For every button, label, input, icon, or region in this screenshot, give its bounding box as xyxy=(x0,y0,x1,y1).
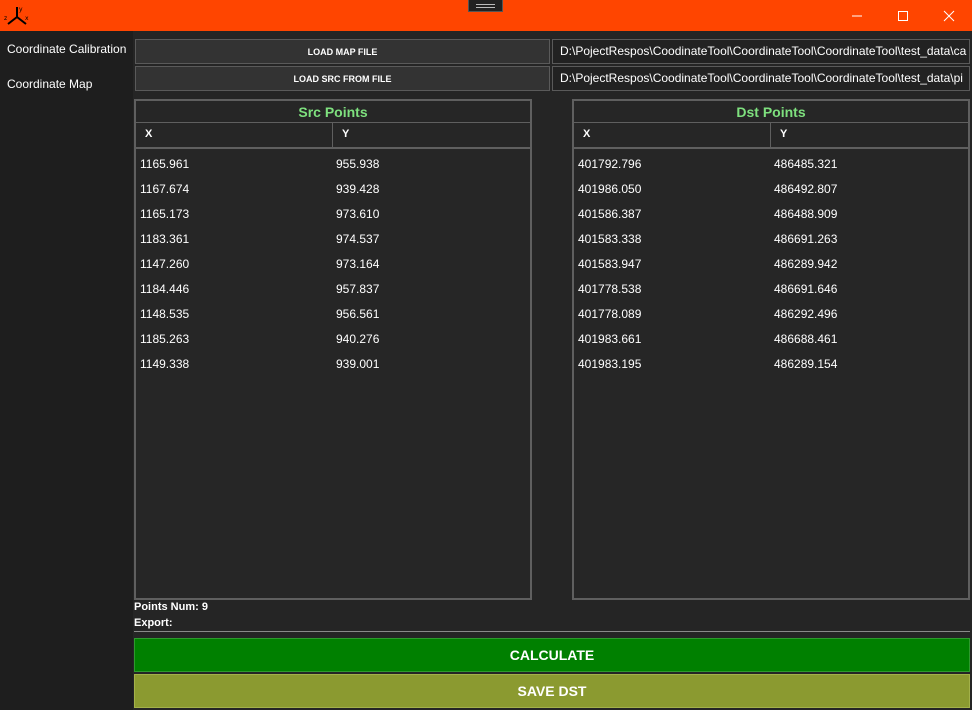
dst-x-cell: 401778.538 xyxy=(578,282,642,296)
src-x-cell: 1185.263 xyxy=(140,332,190,346)
axes-logo-icon: y z x xyxy=(4,6,29,25)
src-column-header: X Y xyxy=(136,122,530,149)
dst-y-cell: 486691.263 xyxy=(774,232,838,246)
close-button[interactable] xyxy=(926,0,972,31)
src-file-path-field[interactable]: D:\PojectRespos\CoodinateTool\Coordinate… xyxy=(552,66,970,91)
table-row[interactable]: 1148.535 956.561 xyxy=(136,302,530,327)
map-file-path-field[interactable]: D:\PojectRespos\CoodinateTool\Coordinate… xyxy=(552,39,970,64)
table-row[interactable]: 401983.661 486688.461 xyxy=(574,327,968,352)
dst-col-x-header[interactable]: X xyxy=(574,123,771,147)
table-row[interactable]: 401778.538 486691.646 xyxy=(574,277,968,302)
export-label: Export: xyxy=(134,617,173,629)
dst-y-cell: 486688.461 xyxy=(774,332,838,346)
src-x-cell: 1165.961 xyxy=(140,157,190,171)
dst-x-cell: 401583.338 xyxy=(578,232,642,246)
src-y-cell: 957.837 xyxy=(336,282,380,296)
dst-x-cell: 401778.089 xyxy=(578,307,642,321)
dst-y-cell: 486289.154 xyxy=(774,357,838,371)
drag-handle-icon[interactable] xyxy=(468,0,503,12)
sidebar-nav: Coordinate Calibration Coordinate Map xyxy=(0,31,133,710)
table-row[interactable]: 401983.195 486289.154 xyxy=(574,352,968,377)
load-map-file-button[interactable]: LOAD MAP FILE xyxy=(135,39,550,64)
nav-item-coordinate-calibration[interactable]: Coordinate Calibration xyxy=(7,42,126,56)
dst-y-cell: 486292.496 xyxy=(774,307,838,321)
load-src-from-file-button[interactable]: LOAD SRC FROM FILE xyxy=(135,66,550,91)
src-x-cell: 1147.260 xyxy=(140,257,190,271)
calibration-page: LOAD MAP FILE D:\PojectRespos\CoodinateT… xyxy=(133,31,972,710)
svg-text:x: x xyxy=(25,15,29,22)
dst-x-cell: 401986.050 xyxy=(578,182,642,196)
dst-points-title: Dst Points xyxy=(736,104,806,120)
table-row[interactable]: 1184.446 957.837 xyxy=(136,277,530,302)
src-points-table[interactable]: Src Points X Y 1165.961 955.938 1167.674 9… xyxy=(134,99,532,600)
src-y-cell: 955.938 xyxy=(336,157,380,171)
divider xyxy=(134,631,970,632)
dst-points-table[interactable]: Dst Points X Y 401792.796 486485.321 4019… xyxy=(572,99,970,600)
table-row[interactable]: 401986.050 486492.807 xyxy=(574,177,968,202)
table-row[interactable]: 1185.263 940.276 xyxy=(136,327,530,352)
src-col-x-header[interactable]: X xyxy=(136,123,333,147)
dst-x-cell: 401583.947 xyxy=(578,257,642,271)
dst-y-cell: 486492.807 xyxy=(774,182,838,196)
close-icon xyxy=(943,10,955,21)
table-row[interactable]: 401583.947 486289.942 xyxy=(574,252,968,277)
dst-y-cell: 486485.321 xyxy=(774,157,838,171)
calculate-button[interactable]: CALCULATE xyxy=(134,638,970,672)
dst-x-cell: 401792.796 xyxy=(578,157,642,171)
src-x-cell: 1167.674 xyxy=(140,182,190,196)
maximize-icon xyxy=(898,10,908,21)
minimize-icon xyxy=(852,15,862,16)
src-y-cell: 974.537 xyxy=(336,232,380,246)
table-row[interactable]: 1183.361 974.537 xyxy=(136,227,530,252)
src-y-cell: 956.561 xyxy=(336,307,380,321)
src-y-cell: 939.001 xyxy=(336,357,380,371)
dst-x-cell: 401586.387 xyxy=(578,207,642,221)
app-window: y z x Coordinate Calibration Coordinate … xyxy=(0,0,972,710)
table-row[interactable]: 401586.387 486488.909 xyxy=(574,202,968,227)
dst-rows: 401792.796 486485.321 401986.050 486492.80… xyxy=(574,149,968,377)
svg-text:y: y xyxy=(19,6,23,13)
title-bar[interactable]: y z x xyxy=(0,0,972,31)
dst-x-cell: 401983.195 xyxy=(578,357,642,371)
dst-y-cell: 486691.646 xyxy=(774,282,838,296)
table-row[interactable]: 401583.338 486691.263 xyxy=(574,227,968,252)
maximize-button[interactable] xyxy=(880,0,926,31)
dst-y-cell: 486488.909 xyxy=(774,207,838,221)
nav-item-coordinate-map[interactable]: Coordinate Map xyxy=(7,77,92,91)
src-points-title: Src Points xyxy=(298,104,368,120)
src-x-cell: 1184.446 xyxy=(140,282,190,296)
table-row[interactable]: 1147.260 973.164 xyxy=(136,252,530,277)
minimize-button[interactable] xyxy=(834,0,880,31)
table-row[interactable]: 1165.961 955.938 xyxy=(136,152,530,177)
src-x-cell: 1149.338 xyxy=(140,357,190,371)
src-rows: 1165.961 955.938 1167.674 939.428 1165.173… xyxy=(136,149,530,377)
dst-col-y-header[interactable]: Y xyxy=(771,123,968,147)
table-row[interactable]: 401792.796 486485.321 xyxy=(574,152,968,177)
dst-x-cell: 401983.661 xyxy=(578,332,642,346)
dst-column-header: X Y xyxy=(574,122,968,149)
src-x-cell: 1148.535 xyxy=(140,307,190,321)
table-row[interactable]: 1167.674 939.428 xyxy=(136,177,530,202)
src-x-cell: 1183.361 xyxy=(140,232,190,246)
svg-text:z: z xyxy=(4,15,7,22)
table-row[interactable]: 401778.089 486292.496 xyxy=(574,302,968,327)
src-y-cell: 940.276 xyxy=(336,332,380,346)
save-dst-button[interactable]: SAVE DST xyxy=(134,674,970,708)
src-y-cell: 939.428 xyxy=(336,182,380,196)
table-row[interactable]: 1149.338 939.001 xyxy=(136,352,530,377)
src-x-cell: 1165.173 xyxy=(140,207,190,221)
src-y-cell: 973.610 xyxy=(336,207,380,221)
table-row[interactable]: 1165.173 973.610 xyxy=(136,202,530,227)
src-y-cell: 973.164 xyxy=(336,257,380,271)
dst-y-cell: 486289.942 xyxy=(774,257,838,271)
src-col-y-header[interactable]: Y xyxy=(333,123,530,147)
points-count-label: Points Num: 9 xyxy=(134,601,208,613)
